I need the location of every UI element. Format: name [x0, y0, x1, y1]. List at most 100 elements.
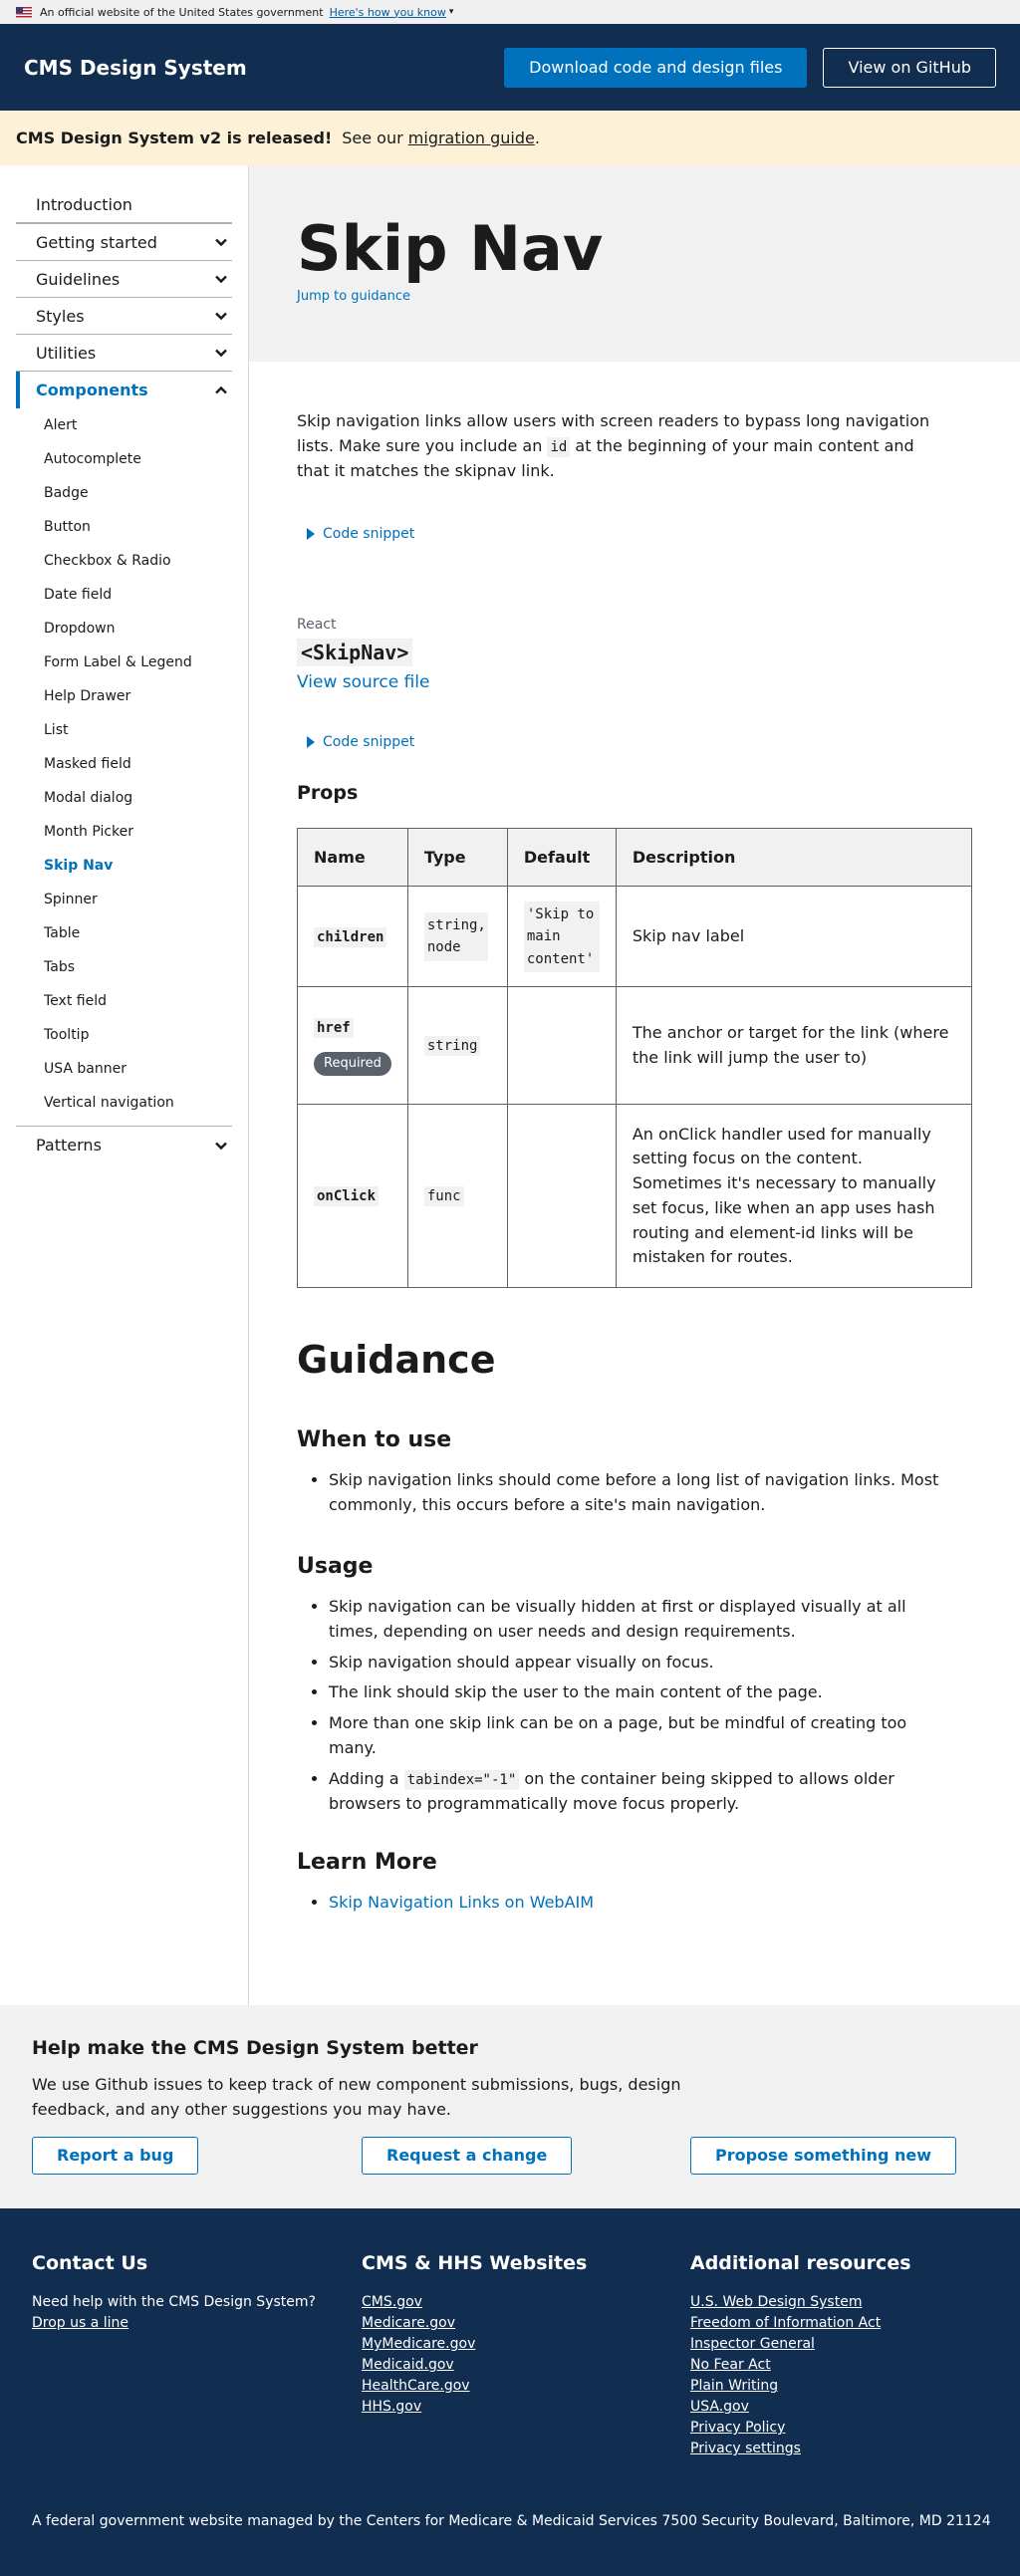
footer-link[interactable]: Medicare.gov: [362, 2313, 690, 2334]
subnav-item[interactable]: Dropdown: [16, 612, 232, 645]
subnav-item[interactable]: Text field: [16, 984, 232, 1018]
table-row: href Required string The anchor or targe…: [297, 986, 973, 1106]
alert-period: .: [534, 129, 540, 147]
when-to-use-heading: When to use: [297, 1427, 452, 1453]
props-table: Name Type Default Description children s…: [297, 828, 973, 1289]
usage-text: Adding a: [329, 1768, 399, 1788]
nav-item-styles[interactable]: Styles: [16, 298, 232, 335]
nav-item-patterns[interactable]: Patterns: [16, 1127, 232, 1163]
subnav-item-current[interactable]: Skip Nav: [16, 849, 232, 883]
nav-item-label: Utilities: [36, 343, 97, 363]
propose-something-button[interactable]: Propose something new: [690, 2136, 956, 2175]
chevron-down-icon: [215, 349, 227, 358]
drop-us-a-line-link[interactable]: Drop us a line: [32, 2313, 362, 2334]
jump-to-guidance-link[interactable]: Jump to guidance: [297, 289, 410, 304]
subnav-item[interactable]: Badge: [16, 476, 232, 510]
code-snippet-toggle[interactable]: Code snippet: [307, 734, 948, 750]
list-item: Skip Navigation Links on WebAIM: [329, 1891, 948, 1916]
alert-text: See our: [342, 129, 403, 147]
download-button[interactable]: Download code and design files: [504, 47, 808, 88]
subnav-item[interactable]: Tabs: [16, 950, 232, 984]
subnav-item[interactable]: Alert: [16, 408, 232, 442]
required-badge: Required: [314, 1052, 391, 1077]
caret-right-icon: [307, 736, 315, 749]
footer-link[interactable]: Plain Writing: [690, 2376, 911, 2397]
nav-item-introduction[interactable]: Introduction: [16, 187, 232, 224]
list-item: Adding a tabindex="-1" on the container …: [329, 1767, 948, 1817]
list-item: More than one skip link can be on a page…: [329, 1711, 948, 1761]
footer-contact: Contact Us Need help with the CMS Design…: [32, 2252, 362, 2459]
footer-link[interactable]: HealthCare.gov: [362, 2376, 690, 2397]
usage-list: Skip navigation can be visually hidden a…: [329, 1595, 948, 1816]
code-snippet-label: Code snippet: [323, 734, 415, 751]
report-bug-button[interactable]: Report a bug: [32, 2136, 199, 2175]
prop-description: An onClick handler used for manually set…: [615, 1104, 973, 1289]
prop-name: onClick: [314, 1186, 380, 1207]
footer-link[interactable]: Medicaid.gov: [362, 2355, 690, 2376]
footer-link[interactable]: USA.gov: [690, 2397, 911, 2418]
when-to-use-list: Skip navigation links should come before…: [329, 1468, 948, 1518]
code-snippet-label: Code snippet: [323, 526, 415, 543]
chevron-down-icon: [215, 275, 227, 284]
subnav-item[interactable]: Date field: [16, 578, 232, 612]
footer-link[interactable]: MyMedicare.gov: [362, 2334, 690, 2355]
us-flag-icon: [16, 6, 32, 18]
nav-item-components[interactable]: Components: [16, 372, 232, 408]
subnav-item[interactable]: Form Label & Legend: [16, 645, 232, 679]
prop-type-cell: func: [406, 1104, 508, 1289]
subnav-item[interactable]: Autocomplete: [16, 442, 232, 476]
chevron-down-icon: [215, 312, 227, 321]
request-change-button[interactable]: Request a change: [362, 2136, 573, 2175]
nav-item-getting-started[interactable]: Getting started: [16, 224, 232, 261]
subnav-item[interactable]: Checkbox & Radio: [16, 544, 232, 578]
migration-guide-link[interactable]: migration guide: [408, 129, 535, 147]
column-header: Description: [615, 828, 973, 888]
inline-code: id: [547, 436, 571, 457]
subnav-item[interactable]: USA banner: [16, 1052, 232, 1086]
page-hero: Skip Nav Jump to guidance: [249, 165, 1020, 362]
usage-heading: Usage: [297, 1553, 374, 1579]
subnav-item[interactable]: Tooltip: [16, 1018, 232, 1052]
caret-right-icon: [307, 528, 315, 541]
usa-banner-text: An official website of the United States…: [40, 5, 324, 19]
prop-type: string: [423, 1036, 481, 1057]
chevron-up-icon: [215, 386, 227, 393]
column-header: Name: [297, 828, 408, 888]
usa-banner: An official website of the United States…: [0, 0, 1020, 24]
github-button[interactable]: View on GitHub: [823, 47, 996, 88]
subnav-item[interactable]: Button: [16, 510, 232, 544]
nav-item-utilities[interactable]: Utilities: [16, 335, 232, 372]
guidance-heading: Guidance: [297, 1338, 496, 1383]
site-title[interactable]: CMS Design System: [24, 56, 247, 80]
heres-how-you-know-link[interactable]: Here's how you know: [330, 6, 446, 19]
subnav-item[interactable]: Table: [16, 916, 232, 950]
subnav-item[interactable]: Help Drawer: [16, 679, 232, 713]
prop-name: children: [314, 926, 387, 947]
side-navigation: Introduction Getting started Guidelines …: [0, 165, 249, 2005]
chevron-down-icon[interactable]: ▾: [449, 7, 454, 17]
subnav-item[interactable]: Masked field: [16, 747, 232, 781]
learn-more-heading: Learn More: [297, 1850, 437, 1876]
nav-item-guidelines[interactable]: Guidelines: [16, 261, 232, 298]
subnav-item[interactable]: List: [16, 713, 232, 747]
footer-link[interactable]: Freedom of Information Act: [690, 2313, 911, 2334]
table-row: onClick func An onClick handler used for…: [297, 1104, 973, 1289]
view-source-link[interactable]: View source file: [297, 672, 430, 692]
footer-link[interactable]: No Fear Act: [690, 2355, 911, 2376]
subnav-item[interactable]: Month Picker: [16, 815, 232, 849]
footer-link[interactable]: CMS.gov: [362, 2292, 690, 2313]
footer-link[interactable]: U.S. Web Design System: [690, 2292, 911, 2313]
footer-link[interactable]: Privacy Policy: [690, 2418, 911, 2439]
nav-item-label: Getting started: [36, 232, 157, 252]
subnav-item[interactable]: Spinner: [16, 883, 232, 916]
footer-websites: CMS & HHS Websites CMS.gov Medicare.gov …: [362, 2252, 690, 2459]
subnav-item[interactable]: Vertical navigation: [16, 1086, 232, 1120]
code-snippet-toggle[interactable]: Code snippet: [307, 526, 948, 542]
prop-name-cell: children: [297, 886, 408, 988]
footer-link[interactable]: Inspector General: [690, 2334, 911, 2355]
footer-link[interactable]: Privacy settings: [690, 2439, 911, 2459]
inline-code: tabindex="-1": [403, 1769, 520, 1790]
footer-link[interactable]: HHS.gov: [362, 2397, 690, 2418]
subnav-item[interactable]: Modal dialog: [16, 781, 232, 815]
webaim-link[interactable]: Skip Navigation Links on WebAIM: [329, 1893, 594, 1912]
